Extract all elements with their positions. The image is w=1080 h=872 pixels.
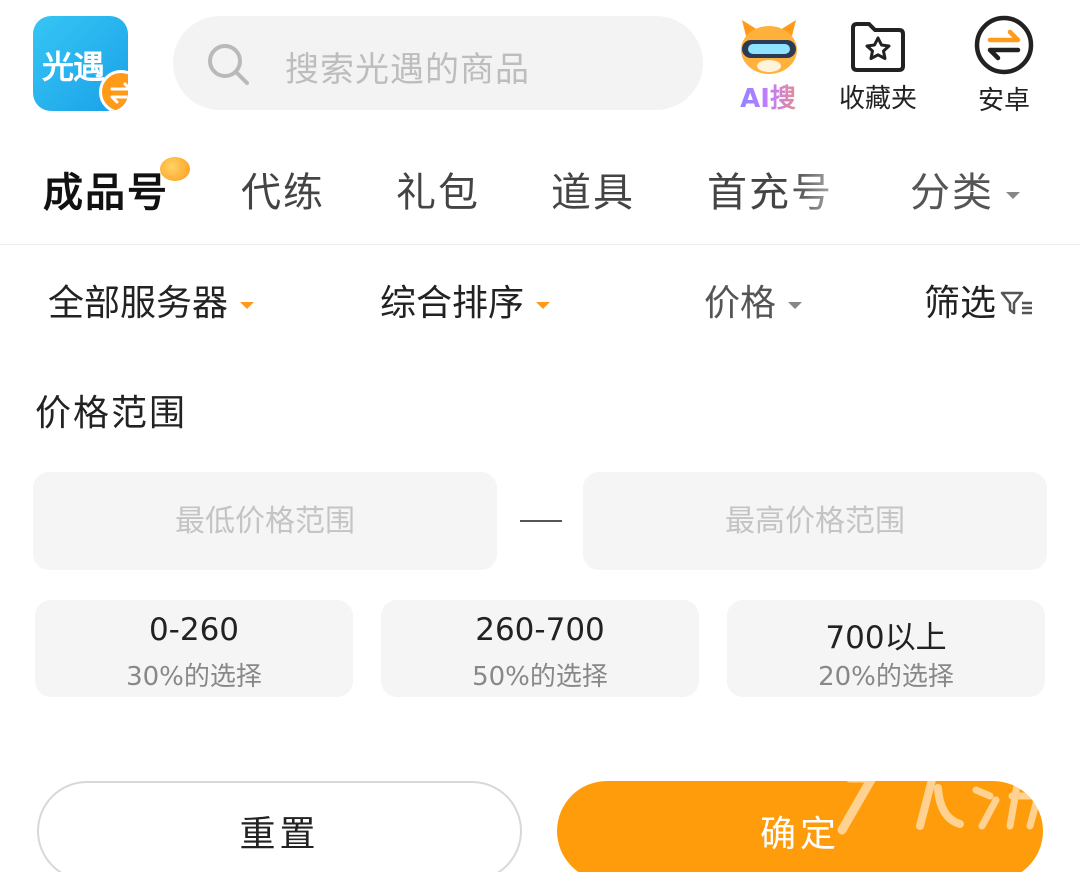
caret-down-icon: [788, 301, 803, 309]
price-range-share: 50%的选择: [472, 662, 608, 692]
tab-category-label: 分类: [910, 170, 994, 216]
price-range-share: 20%的选择: [818, 662, 954, 692]
max-price-input[interactable]: [583, 472, 1047, 570]
tab-boosting[interactable]: 代练: [241, 160, 325, 218]
price-range-value: 0-260: [148, 612, 240, 648]
price-filter[interactable]: 价格: [704, 274, 803, 326]
tab-items[interactable]: 道具: [551, 160, 635, 218]
app-logo-text: 光遇: [42, 48, 105, 86]
favorites-button[interactable]: 收藏夹: [828, 14, 928, 114]
price-range-chip[interactable]: 700以上 20%的选择: [727, 600, 1045, 697]
top-header: 光遇 搜索光遇的商品 AI搜 收藏夹 安卓: [0, 0, 1080, 130]
caret-down-icon: [536, 301, 551, 309]
server-filter-label: 全部服务器: [48, 283, 229, 324]
price-range-value: 260-700: [475, 612, 605, 648]
search-placeholder: 搜索光遇的商品: [285, 50, 530, 90]
hot-dot-icon: [160, 157, 190, 181]
filter-icon: [1000, 285, 1034, 326]
server-filter[interactable]: 全部服务器: [48, 274, 255, 326]
min-price-input[interactable]: [33, 472, 497, 570]
search-icon: [205, 41, 251, 91]
sort-filter[interactable]: 综合排序: [380, 274, 551, 326]
price-range-share: 30%的选择: [126, 662, 262, 692]
star-folder-icon: [849, 20, 907, 76]
reset-button[interactable]: 重置: [37, 781, 522, 872]
price-filter-label: 价格: [704, 283, 777, 324]
android-label: 安卓: [977, 86, 1030, 116]
range-dash: [520, 520, 562, 522]
caret-down-icon: [240, 301, 255, 309]
android-button[interactable]: 安卓: [954, 14, 1054, 116]
confirm-button[interactable]: 确定: [557, 781, 1043, 872]
tabs-fade-overlay: [790, 130, 870, 244]
ai-search-button[interactable]: AI搜: [718, 14, 818, 114]
screen-filter-label: 筛选: [924, 283, 997, 324]
filter-bar: 全部服务器 综合排序 价格 筛选: [0, 246, 1080, 346]
price-range-chip[interactable]: 260-700 50%的选择: [381, 600, 699, 697]
swap-circle-icon: [973, 14, 1035, 80]
favorites-label: 收藏夹: [838, 84, 917, 114]
price-range-value: 700以上: [825, 620, 947, 656]
tab-category-dropdown[interactable]: 分类: [910, 160, 1020, 218]
screen-filter[interactable]: 筛选: [924, 274, 1034, 326]
search-bar[interactable]: 搜索光遇的商品: [173, 16, 703, 110]
tab-gift-pack[interactable]: 礼包: [396, 160, 480, 218]
app-logo[interactable]: 光遇: [33, 16, 128, 111]
price-range-title: 价格范围: [35, 393, 188, 434]
sort-filter-label: 综合排序: [380, 283, 525, 324]
caret-down-icon: [1006, 191, 1020, 199]
ai-search-label: AI搜: [718, 78, 818, 115]
tab-finished-account[interactable]: 成品号: [43, 160, 169, 218]
price-range-chip[interactable]: 0-260 30%的选择: [35, 600, 353, 697]
category-tabs: 成品号 代练 礼包 道具 首充号 分类: [0, 130, 1080, 245]
ai-mascot-icon: [736, 18, 802, 80]
